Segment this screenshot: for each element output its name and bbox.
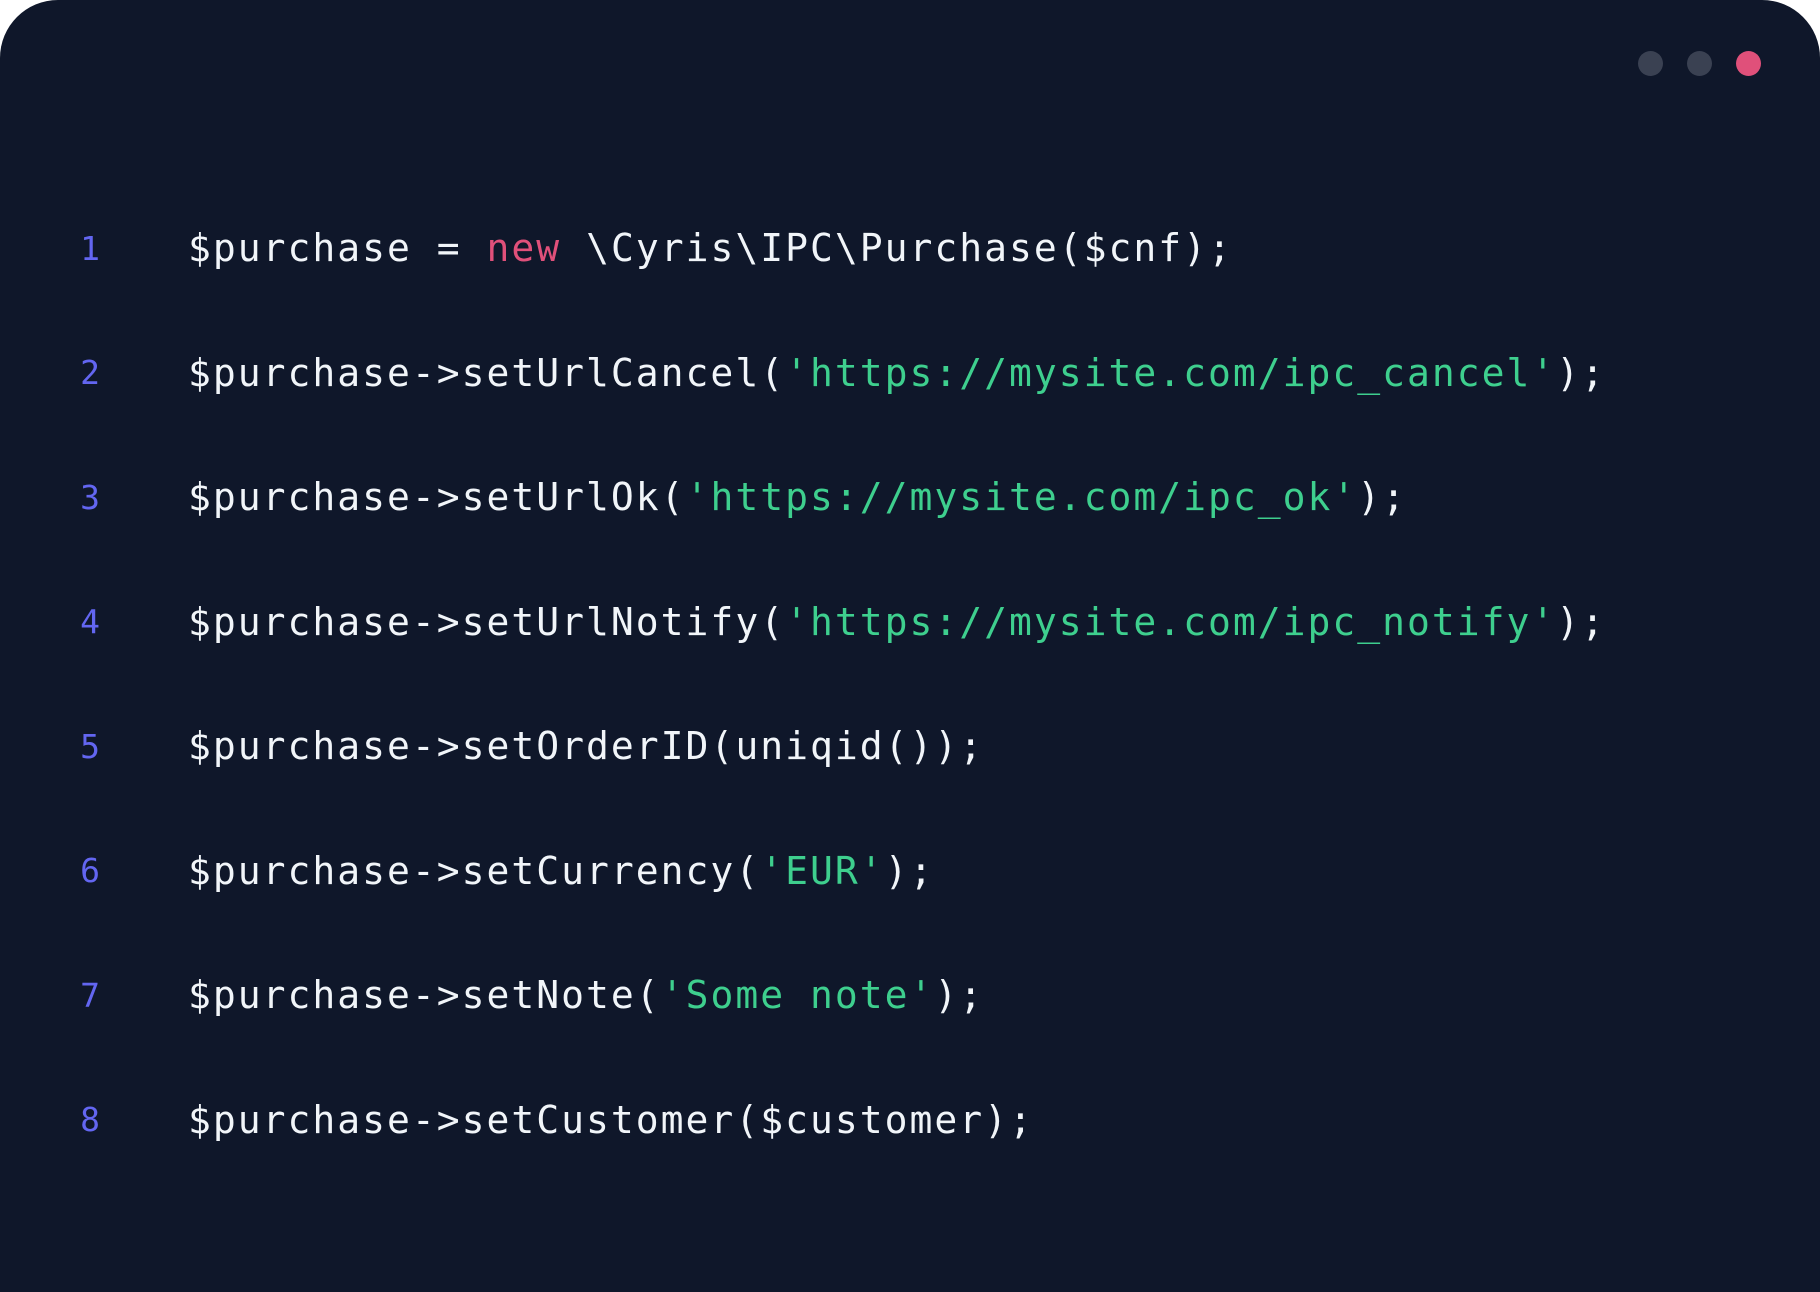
code-block: 1 $purchase = new \Cyris\IPC\Purchase($cn… xyxy=(0,186,1606,1182)
line-number: 6 xyxy=(80,851,100,891)
line-number: 1 xyxy=(80,228,100,268)
code-window: 1 $purchase = new \Cyris\IPC\Purchase($cn… xyxy=(0,0,1820,1292)
code-line: 2 $purchase->setUrlCancel('https://mysite… xyxy=(0,311,1606,436)
code-token-default: ); xyxy=(1357,475,1408,520)
code-token-string: 'https://mysite.com/ipc_notify' xyxy=(785,599,1557,644)
code-token-string: 'https://mysite.com/ipc_ok' xyxy=(685,475,1358,520)
close-dot[interactable] xyxy=(1736,51,1761,76)
code-token-keyword: new xyxy=(486,226,562,271)
code-token-default: $purchase = xyxy=(188,226,487,271)
line-number: 8 xyxy=(80,1100,100,1140)
code-token-default: ); xyxy=(1556,350,1607,395)
code-token-default: $purchase->setCurrency( xyxy=(188,848,761,893)
code-line: 7 $purchase->setNote('Some note'); xyxy=(0,933,1606,1058)
maximize-dot[interactable] xyxy=(1687,51,1712,76)
code-token-default: $purchase->setOrderID(uniqid()); xyxy=(188,724,985,769)
line-number: 4 xyxy=(80,602,100,642)
code-token-default: $purchase->setUrlCancel( xyxy=(188,350,786,395)
code-line: 1 $purchase = new \Cyris\IPC\Purchase($cn… xyxy=(0,186,1606,311)
code-token-string: 'Some note' xyxy=(660,973,935,1018)
code-token-default: $purchase->setUrlOk( xyxy=(188,475,686,520)
code-token-string: 'https://mysite.com/ipc_cancel' xyxy=(785,350,1557,395)
code-token-default: ); xyxy=(934,973,985,1018)
minimize-dot[interactable] xyxy=(1638,51,1663,76)
line-number: 3 xyxy=(80,477,100,517)
code-line: 3 $purchase->setUrlOk('https://mysite.com… xyxy=(0,435,1606,560)
code-token-default: $purchase->setCustomer($customer); xyxy=(188,1097,1034,1142)
code-token-string: 'EUR' xyxy=(760,848,885,893)
code-line: 4 $purchase->setUrlNotify('https://mysite… xyxy=(0,560,1606,685)
code-token-default: \Cyris\IPC\Purchase($cnf); xyxy=(561,226,1233,271)
line-number: 7 xyxy=(80,975,100,1015)
code-token-default: ); xyxy=(1556,599,1607,644)
line-number: 2 xyxy=(80,353,100,393)
code-token-default: $purchase->setUrlNotify( xyxy=(188,599,786,644)
line-number: 5 xyxy=(80,726,100,766)
code-line: 5 $purchase->setOrderID(uniqid()); xyxy=(0,684,1606,809)
window-controls xyxy=(1638,51,1761,76)
code-line: 6 $purchase->setCurrency('EUR'); xyxy=(0,809,1606,934)
code-token-default: ); xyxy=(884,848,935,893)
code-line: 8 $purchase->setCustomer($customer); xyxy=(0,1058,1606,1183)
code-token-default: $purchase->setNote( xyxy=(188,973,661,1018)
